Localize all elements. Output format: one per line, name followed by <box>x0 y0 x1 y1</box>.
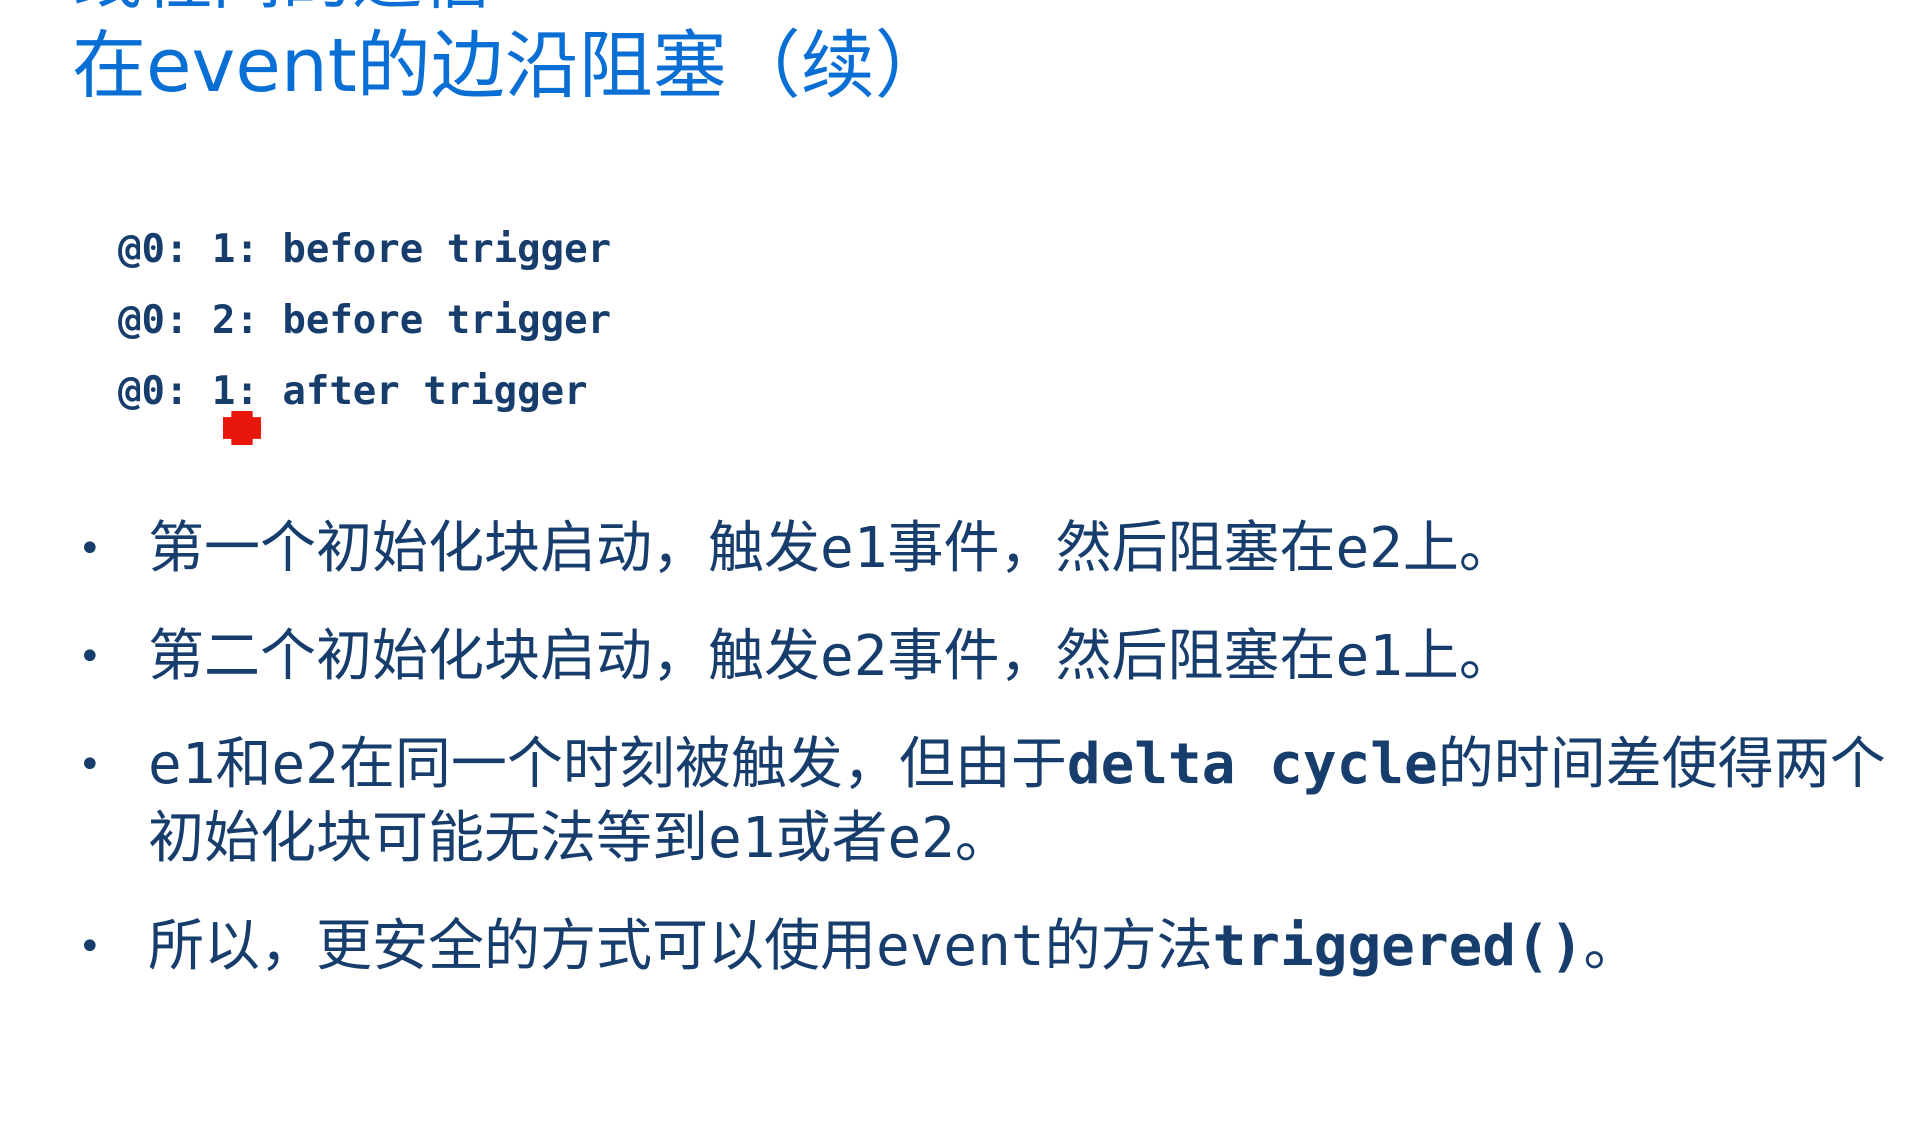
bullet-dot-icon: • <box>78 924 102 970</box>
bullet-dot-icon: • <box>78 526 102 572</box>
event-name: e1 <box>708 806 776 871</box>
bullet-text: 第一个初始化块启动，触发 <box>148 516 820 581</box>
bullet-item: • 所以，更安全的方式可以使用event的方法triggered()。 <box>70 910 1890 984</box>
event-name: e1 <box>148 732 216 797</box>
code-line: @0: 2: before trigger <box>118 298 612 343</box>
bullet-item: • 第二个初始化块启动，触发e2事件，然后阻塞在e1上。 <box>70 620 1890 694</box>
bullet-text: 第二个初始化块启动，触发 <box>148 624 820 689</box>
event-name: e1 <box>820 516 888 581</box>
code-term: event <box>876 914 1045 979</box>
bullet-text: 事件，然后阻塞在 <box>887 516 1336 581</box>
bullet-text: 事件，然后阻塞在 <box>887 624 1336 689</box>
code-line: @0: 1: before trigger <box>118 227 612 272</box>
bullet-text: 或者 <box>775 806 888 871</box>
bullet-text: 。 <box>954 806 1011 871</box>
event-name: e2 <box>271 732 339 797</box>
code-term: delta cycle <box>1066 732 1438 797</box>
bullet-text: 在同一个时刻被触发，但由于 <box>338 732 1067 797</box>
bullet-text: 上。 <box>1402 516 1515 581</box>
slide-title-partial: 线程间的通信 <box>72 0 492 18</box>
slide: 线程间的通信 在event的边沿阻塞（续） @0: 1: before trig… <box>0 0 1931 1136</box>
bullet-text: 的方法 <box>1044 914 1213 979</box>
bullet-text: 和 <box>215 732 272 797</box>
slide-title: 在event的边沿阻塞（续） <box>72 23 949 109</box>
code-output-block: @0: 1: before trigger @0: 2: before trig… <box>118 214 611 427</box>
bullet-text: 上。 <box>1402 624 1515 689</box>
bullet-dot-icon: • <box>78 742 102 788</box>
bullet-text: 。 <box>1583 914 1640 979</box>
event-name: e2 <box>887 806 955 871</box>
event-name: e2 <box>1335 516 1403 581</box>
bullet-list: • 第一个初始化块启动，触发e1事件，然后阻塞在e2上。 • 第二个初始化块启动… <box>70 512 1890 1018</box>
method-name: triggered() <box>1212 914 1584 979</box>
bullet-text: 所以，更安全的方式可以使用 <box>148 914 876 979</box>
bullet-dot-icon: • <box>78 634 102 680</box>
code-line: @0: 1: after trigger <box>118 369 588 414</box>
bullet-item: • 第一个初始化块启动，触发e1事件，然后阻塞在e2上。 <box>70 512 1890 586</box>
event-name: e2 <box>820 624 888 689</box>
event-name: e1 <box>1335 624 1403 689</box>
bullet-item: • e1和e2在同一个时刻被触发，但由于delta cycle的时间差使得两个初… <box>70 728 1890 876</box>
